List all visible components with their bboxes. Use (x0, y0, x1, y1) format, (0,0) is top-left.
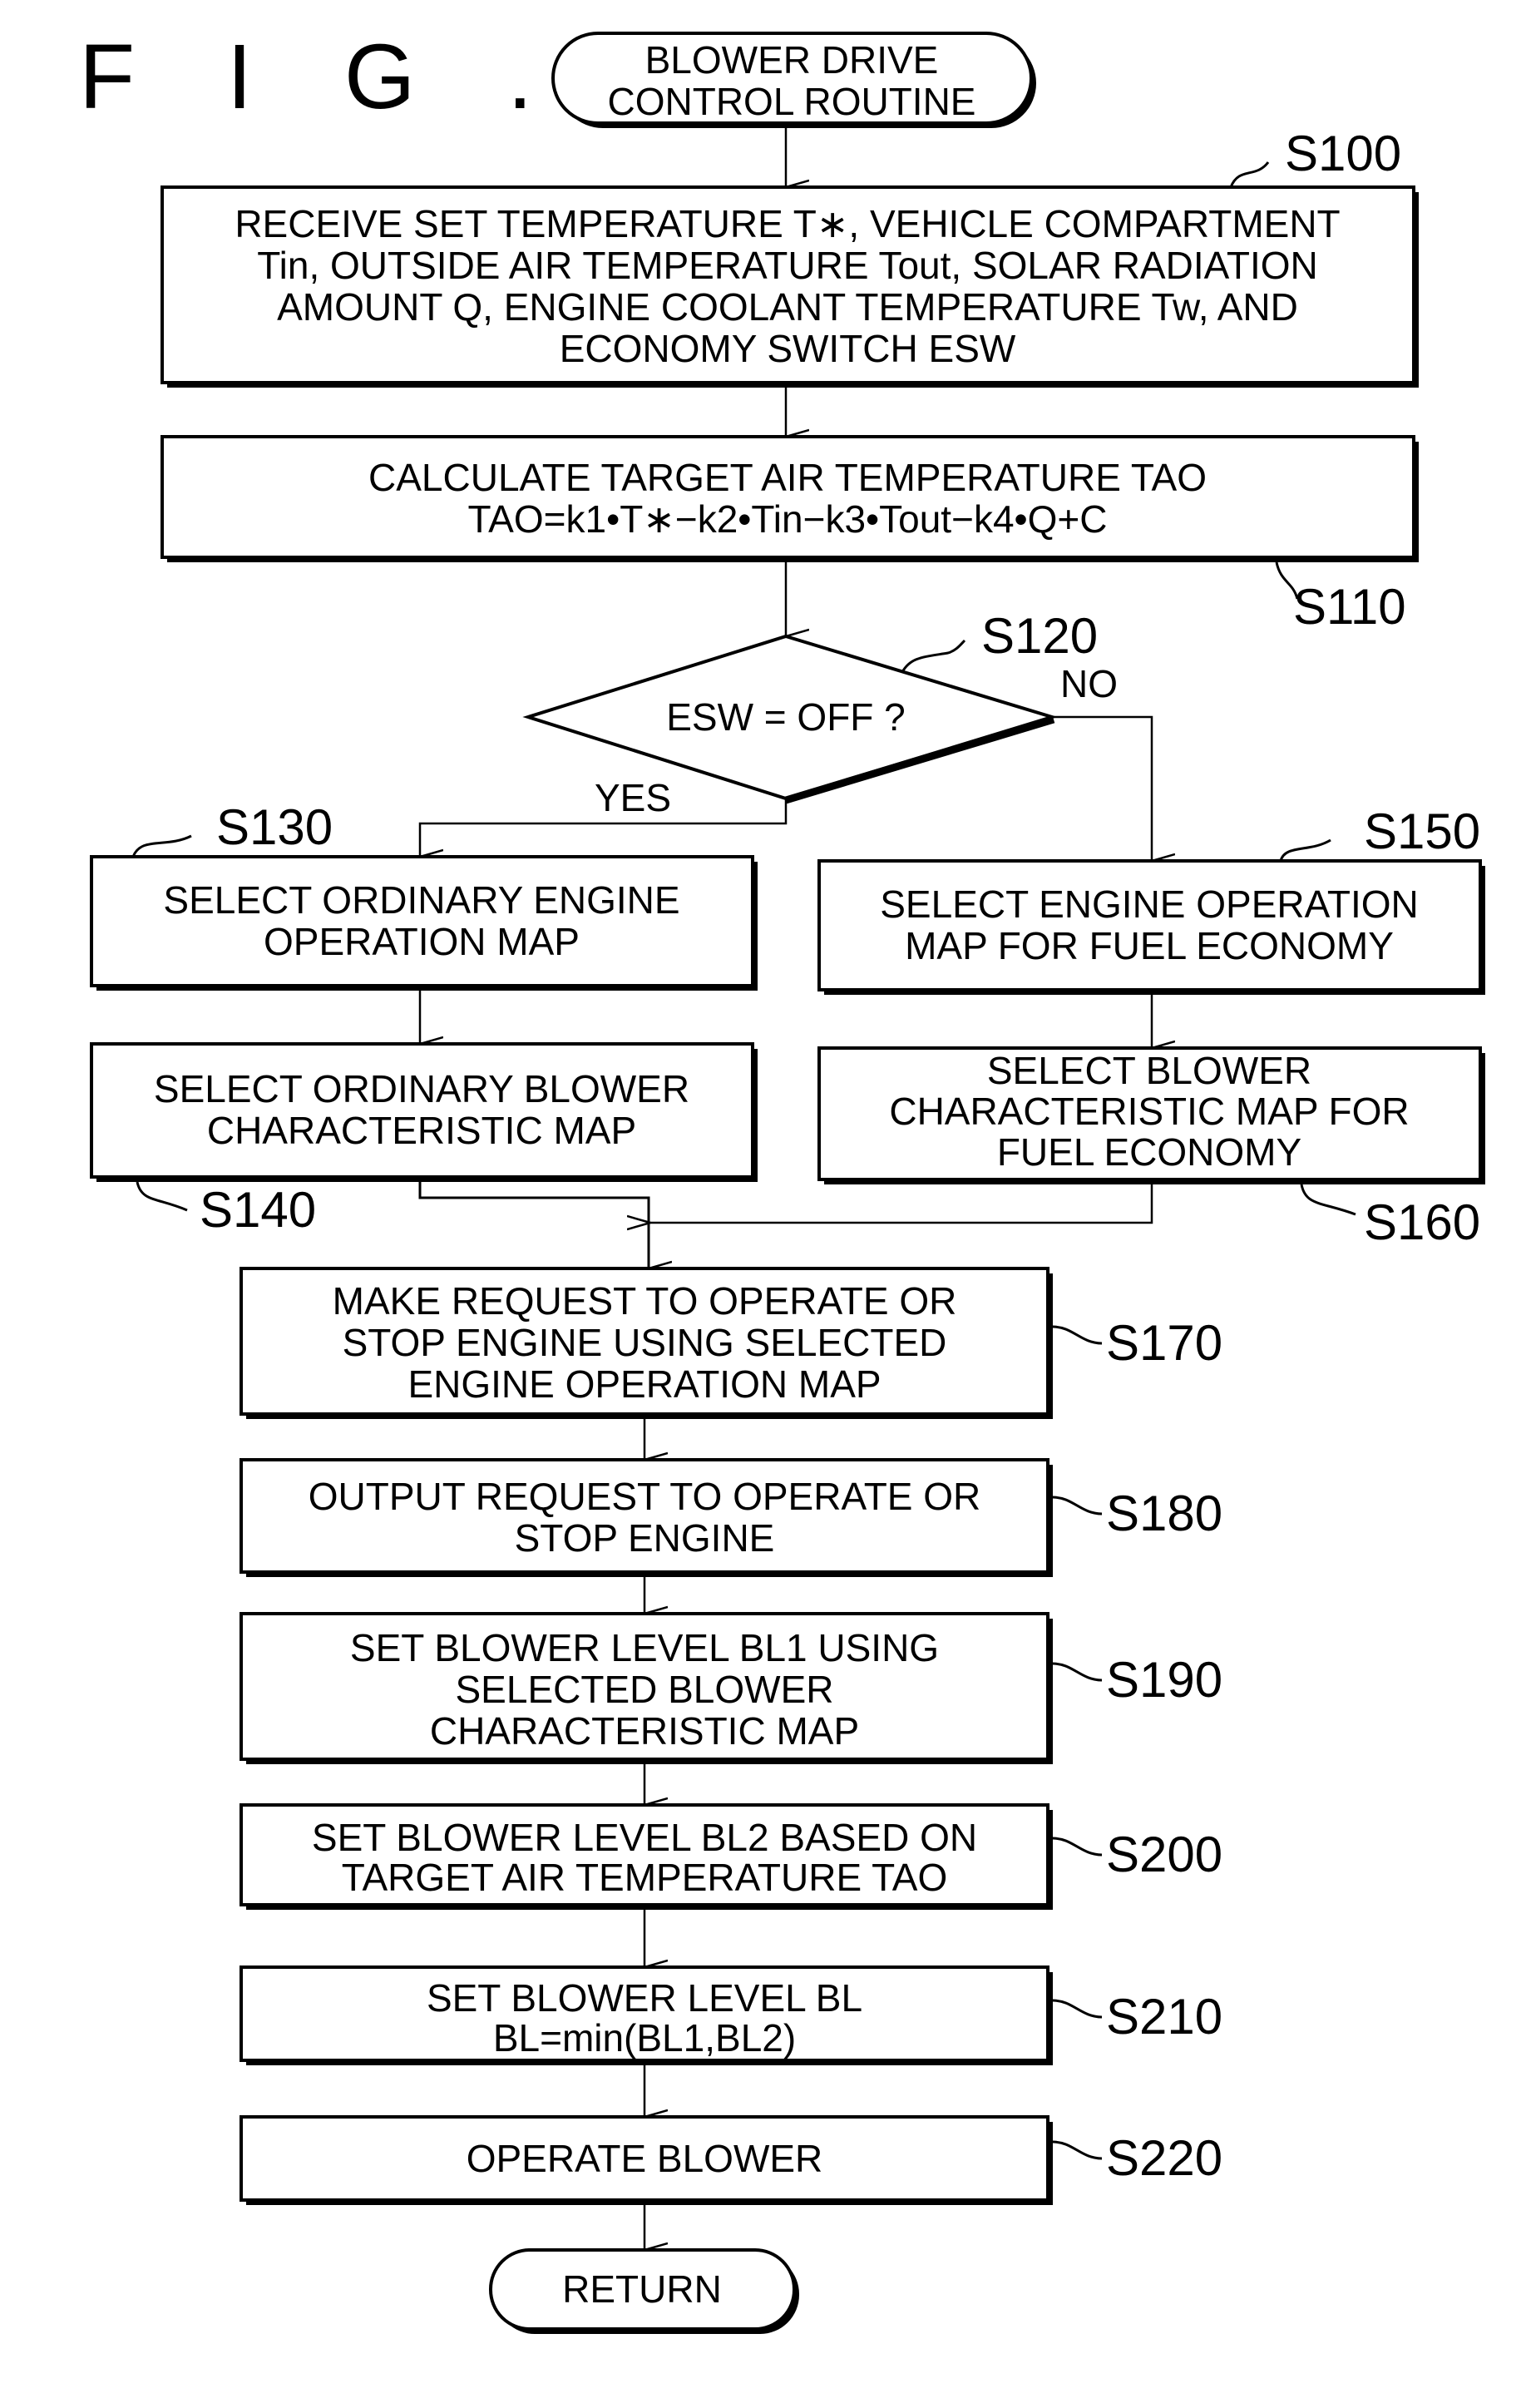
s150-leader (1279, 838, 1331, 862)
s210-leader (1052, 1999, 1103, 2019)
s140-line: CHARACTERISTIC MAP (207, 1109, 636, 1152)
s190-line: SELECTED BLOWER (456, 1668, 834, 1711)
step-s140: SELECT ORDINARY BLOWER CHARACTERISTIC MA… (90, 1042, 758, 1182)
s190-label: S190 (1106, 1652, 1222, 1708)
s100-line: Tin, OUTSIDE AIR TEMPERATURE Tout, SOLAR… (257, 244, 1318, 287)
merge-line-left (418, 1182, 650, 1268)
return-terminal: RETURN (489, 2248, 799, 2334)
s210-label: S210 (1106, 1989, 1222, 2045)
s130-line: SELECT ORDINARY ENGINE (163, 878, 679, 922)
s150-line: SELECT ENGINE OPERATION (880, 883, 1419, 926)
step-s170: MAKE REQUEST TO OPERATE OR STOP ENGINE U… (240, 1267, 1053, 1419)
s170-label: S170 (1106, 1315, 1222, 1371)
s200-label: S200 (1106, 1827, 1222, 1882)
s220-label: S220 (1106, 2130, 1222, 2186)
s130-line: OPERATION MAP (264, 920, 580, 963)
s170-line: ENGINE OPERATION MAP (407, 1362, 881, 1406)
s160-label: S160 (1364, 1194, 1480, 1250)
yes-label: YES (595, 776, 671, 819)
step-s160: SELECT BLOWER CHARACTERISTIC MAP FOR FUE… (817, 1046, 1485, 1184)
s130-leader (131, 834, 192, 858)
step-s200: SET BLOWER LEVEL BL2 BASED ON TARGET AIR… (240, 1803, 1053, 1910)
s160-line: FUEL ECONOMY (997, 1130, 1301, 1174)
s100-line: AMOUNT Q, ENGINE COOLANT TEMPERATURE Tw,… (277, 285, 1298, 329)
start-label-line-1: BLOWER DRIVE (645, 38, 939, 82)
s180-leader (1052, 1496, 1103, 1516)
step-s130: SELECT ORDINARY ENGINE OPERATION MAP (90, 855, 758, 991)
s220-leader (1052, 2140, 1103, 2160)
s140-line: SELECT ORDINARY BLOWER (154, 1067, 689, 1110)
s180-label: S180 (1106, 1486, 1222, 1541)
s120-label: S120 (981, 608, 1098, 664)
s180-line: OUTPUT REQUEST TO OPERATE OR (309, 1475, 981, 1518)
s170-line: STOP ENGINE USING SELECTED (343, 1321, 947, 1364)
s160-line: SELECT BLOWER (987, 1049, 1311, 1092)
s140-leader (136, 1181, 188, 1212)
step-s220: OPERATE BLOWER (240, 2115, 1053, 2205)
start-label-line-2: CONTROL ROUTINE (608, 80, 976, 123)
s160-leader (1300, 1184, 1356, 1216)
no-label: NO (1060, 662, 1118, 705)
s150-label: S150 (1364, 803, 1480, 859)
s190-leader (1052, 1662, 1103, 1682)
s190-line: SET BLOWER LEVEL BL1 USING (350, 1626, 939, 1669)
flowchart: F I G . 2 BLOWER DRIVE CONTROL ROUTINE R… (79, 26, 1485, 2334)
step-s210: SET BLOWER LEVEL BL BL=min(BL1,BL2) (240, 1965, 1053, 2065)
return-label: RETURN (562, 2267, 722, 2311)
step-s110: CALCULATE TARGET AIR TEMPERATURE TAO TAO… (161, 435, 1419, 562)
s200-line: SET BLOWER LEVEL BL2 BASED ON (312, 1816, 977, 1859)
s220-line: OPERATE BLOWER (467, 2137, 823, 2180)
s130-label: S130 (216, 799, 333, 855)
s170-leader (1052, 1325, 1103, 1345)
step-s180: OUTPUT REQUEST TO OPERATE OR STOP ENGINE (240, 1458, 1053, 1577)
s100-line: ECONOMY SWITCH ESW (560, 327, 1016, 370)
s100-line: RECEIVE SET TEMPERATURE T∗, VEHICLE COMP… (235, 202, 1340, 245)
step-s150: SELECT ENGINE OPERATION MAP FOR FUEL ECO… (817, 859, 1485, 995)
s120-leader (901, 639, 966, 673)
s200-line: TARGET AIR TEMPERATURE TAO (342, 1856, 947, 1899)
decision-question: ESW = OFF ? (666, 695, 906, 739)
s160-line: CHARACTERISTIC MAP FOR (889, 1090, 1409, 1133)
step-s190: SET BLOWER LEVEL BL1 USING SELECTED BLOW… (240, 1612, 1053, 1764)
s110-line: CALCULATE TARGET AIR TEMPERATURE TAO (368, 456, 1207, 499)
s190-line: CHARACTERISTIC MAP (430, 1709, 859, 1753)
s210-line: SET BLOWER LEVEL BL (427, 1976, 862, 2020)
s210-line: BL=min(BL1,BL2) (493, 2016, 796, 2059)
no-branch-arrow (1052, 715, 1152, 861)
s170-line: MAKE REQUEST TO OPERATE OR (333, 1279, 957, 1323)
s140-label: S140 (200, 1182, 316, 1238)
s150-line: MAP FOR FUEL ECONOMY (905, 924, 1394, 967)
s110-line: TAO=k1•T∗−k2•Tin−k3•Tout−k4•Q+C (468, 497, 1108, 541)
start-terminal: BLOWER DRIVE CONTROL ROUTINE (551, 32, 1036, 128)
step-s100: RECEIVE SET TEMPERATURE T∗, VEHICLE COMP… (161, 185, 1419, 388)
s110-label: S110 (1293, 579, 1406, 635)
s100-label: S100 (1285, 126, 1401, 181)
s180-line: STOP ENGINE (515, 1516, 775, 1560)
s100-leader (1229, 161, 1270, 188)
s200-leader (1052, 1837, 1103, 1857)
merge-arrow-right (650, 1184, 1153, 1223)
